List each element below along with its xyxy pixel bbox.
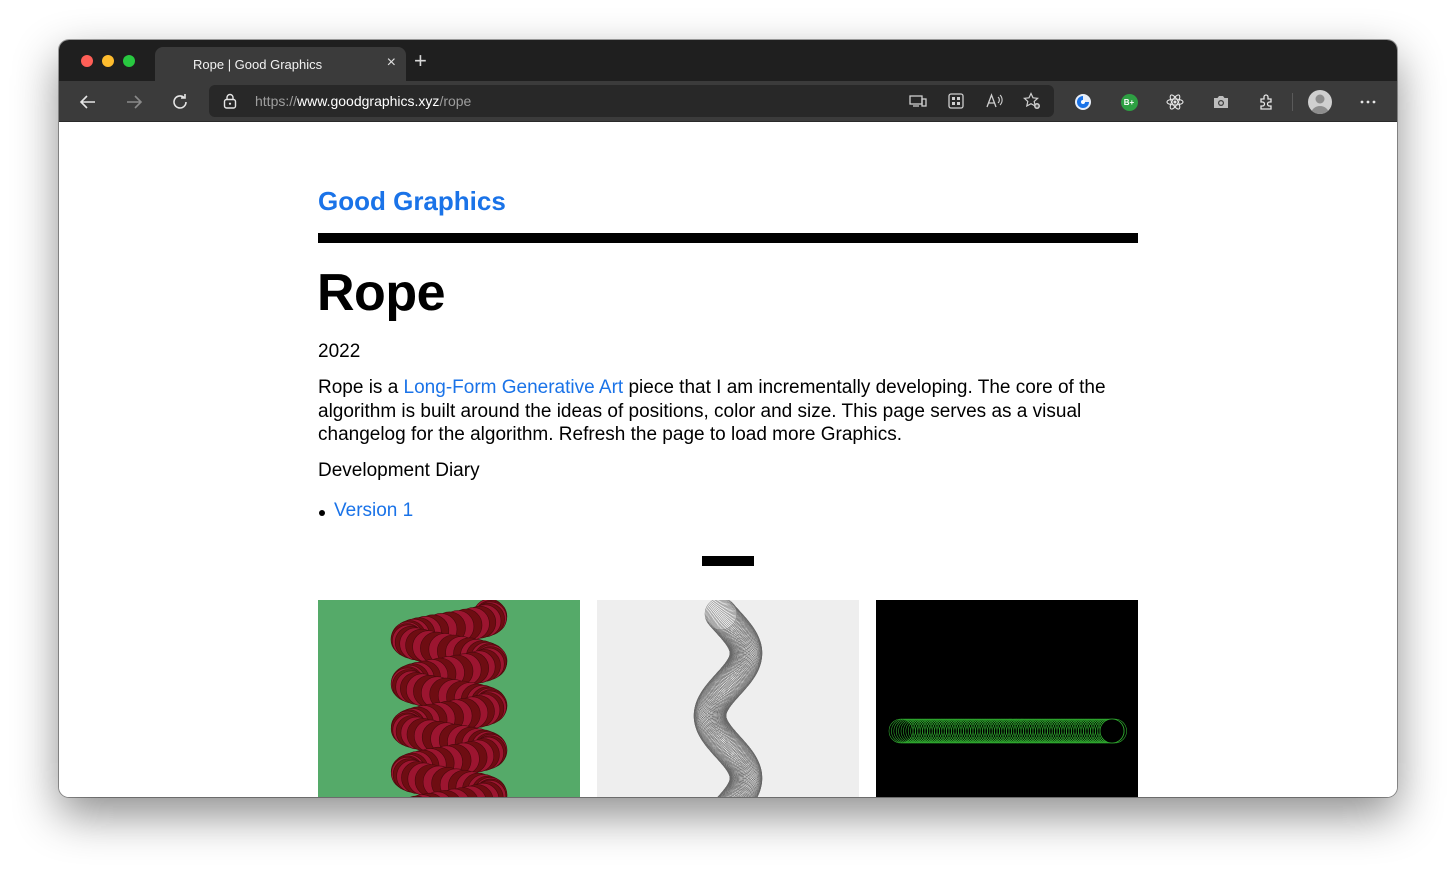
url-path: /rope [439, 93, 472, 109]
b-plus-badge: B+ [1120, 93, 1138, 111]
toolbar-separator [1292, 93, 1293, 111]
new-tab-button[interactable]: + [414, 50, 427, 72]
more-icon[interactable] [1355, 89, 1381, 115]
edge-extension-icon[interactable] [1070, 89, 1096, 115]
zoom-window-button[interactable] [123, 55, 135, 67]
green-tube-artwork [888, 718, 1127, 744]
tab-rope[interactable]: Rope | Good Graphics × [155, 47, 406, 81]
outline-wave-artwork [693, 600, 763, 797]
close-window-button[interactable] [81, 55, 93, 67]
profile-button[interactable] [1307, 89, 1333, 115]
b-plus-extension-icon[interactable]: B+ [1116, 89, 1142, 115]
rope-artwork-red-spiral[interactable] [318, 600, 580, 797]
version-list: Version 1 [318, 500, 413, 522]
back-icon[interactable] [75, 89, 101, 115]
rope-artwork-outline-wave[interactable] [597, 600, 859, 797]
tab-title: Rope | Good Graphics [193, 57, 323, 72]
extensions-icon[interactable] [1254, 89, 1280, 115]
long-form-generative-art-link[interactable]: Long-Form Generative Art [404, 377, 624, 398]
header-rule [318, 233, 1138, 243]
url-host: www.goodgraphics.xyz [297, 93, 440, 109]
address-bar[interactable]: https://www.goodgraphics.xyz/rope [209, 85, 1054, 117]
minimize-window-button[interactable] [102, 55, 114, 67]
react-icon[interactable] [1162, 89, 1188, 115]
url-text: https://www.goodgraphics.xyz/rope [255, 93, 471, 109]
favorite-icon[interactable] [1023, 92, 1041, 110]
page-year: 2022 [318, 341, 361, 362]
page-description: Rope is a Long-Form Generative Art piece… [318, 376, 1138, 447]
toolbar: https://www.goodgraphics.xyz/rope B+ [59, 81, 1397, 122]
section-divider [702, 556, 754, 566]
forward-icon[interactable] [121, 89, 147, 115]
avatar [1308, 90, 1332, 114]
tab-bar: Rope | Good Graphics × + [59, 40, 1397, 81]
version-1-link[interactable]: Version 1 [334, 500, 413, 521]
camera-icon[interactable] [1208, 89, 1234, 115]
cast-icon[interactable] [909, 92, 927, 110]
brand-link[interactable]: Good Graphics [318, 186, 506, 217]
apps-icon[interactable] [947, 92, 965, 110]
url-scheme: https:// [255, 93, 298, 109]
rope-artwork-green-tube[interactable] [876, 600, 1138, 797]
description-text-start: Rope is a [318, 377, 404, 398]
read-aloud-icon[interactable] [985, 92, 1003, 110]
development-diary-heading: Development Diary [318, 460, 480, 481]
close-tab-icon[interactable]: × [387, 55, 396, 71]
reload-icon[interactable] [167, 89, 193, 115]
lock-icon[interactable] [223, 93, 237, 114]
page-content: Good Graphics Rope 2022 Rope is a Long-F… [59, 123, 1397, 797]
red-spiral-artwork [390, 600, 508, 797]
page-title: Rope [317, 264, 446, 322]
list-item: Version 1 [318, 500, 413, 522]
browser-window: Rope | Good Graphics × + https://www.goo… [59, 40, 1397, 797]
